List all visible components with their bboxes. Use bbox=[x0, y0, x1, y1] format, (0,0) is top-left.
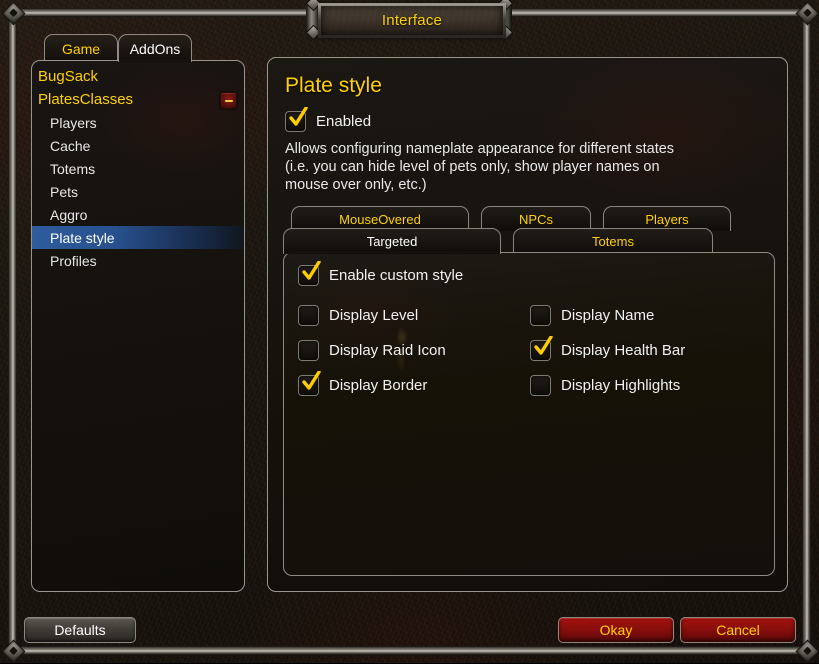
sidebar-item-pets[interactable]: Pets bbox=[32, 180, 244, 203]
checkbox-display-health-bar-box bbox=[530, 336, 553, 361]
tab-npcs-label: NPCs bbox=[519, 211, 553, 227]
tab-targeted[interactable]: Targeted bbox=[283, 228, 501, 254]
checkbox-display-level-box bbox=[298, 305, 319, 326]
tab-totems[interactable]: Totems bbox=[513, 228, 713, 254]
sidebar-item-plate-style[interactable]: Plate style bbox=[32, 226, 244, 249]
sidebar-item-label: Profiles bbox=[50, 252, 97, 269]
sidebar-item-label: Aggro bbox=[50, 206, 88, 223]
sidebar-item-label: BugSack bbox=[38, 68, 99, 85]
checkbox-display-level-label: Display Level bbox=[329, 307, 419, 324]
frame-corner-ornament-top-right bbox=[795, 1, 819, 26]
okay-button[interactable]: Okay bbox=[558, 617, 674, 643]
checkbox-enabled-label: Enabled bbox=[316, 113, 372, 130]
checkbox-display-highlights-box bbox=[530, 375, 551, 396]
panel-description: Allows configuring nameplate appearance … bbox=[285, 141, 675, 193]
tab-targeted-label: Targeted bbox=[366, 234, 418, 249]
checkmark-icon bbox=[302, 371, 321, 390]
sidebar-item-label: Players bbox=[50, 114, 97, 131]
checkbox-display-health-bar-label: Display Health Bar bbox=[561, 342, 686, 359]
window-frame-bottom bbox=[8, 646, 811, 655]
checkmark-icon bbox=[302, 261, 321, 280]
window-frame-right bbox=[802, 8, 811, 655]
checkbox-display-border-box bbox=[298, 371, 321, 396]
sidebar-item-cache[interactable]: Cache bbox=[32, 134, 244, 157]
window-frame-left bbox=[8, 8, 17, 655]
main-options-panel: Plate style Enabled Allows configuring n… bbox=[267, 57, 788, 592]
cancel-button-label: Cancel bbox=[716, 622, 760, 638]
page-title: Interface bbox=[381, 12, 443, 29]
collapse-toggle-icon[interactable] bbox=[220, 92, 237, 109]
checkbox-display-border-label: Display Border bbox=[329, 377, 428, 394]
checkmark-icon bbox=[289, 107, 308, 126]
title-cap-left bbox=[305, 0, 322, 41]
window-titlebar: Interface bbox=[305, 0, 514, 41]
defaults-button-label: Defaults bbox=[54, 622, 106, 638]
checkbox-enabled-box bbox=[285, 107, 308, 132]
checkbox-display-health-bar[interactable]: Display Health Bar bbox=[530, 336, 762, 361]
tab-players-label: Players bbox=[645, 211, 689, 227]
sidebar-item-players[interactable]: Players bbox=[32, 111, 244, 134]
defaults-button[interactable]: Defaults bbox=[24, 617, 136, 643]
checkbox-enabled[interactable]: Enabled bbox=[285, 107, 372, 132]
sidebar-list: BugSack PlatesClasses Players Cache Totems Pe… bbox=[32, 61, 244, 272]
window-title-plate: Interface bbox=[318, 3, 506, 38]
tab-game-label: Game bbox=[61, 40, 101, 57]
tab-totems-label: Totems bbox=[592, 234, 634, 249]
frame-corner-ornament-bottom-left bbox=[1, 639, 26, 664]
inner-tab-bar: MouseOvered NPCs Players Targeted Totems bbox=[283, 206, 775, 254]
checkbox-display-raid-icon-box bbox=[298, 340, 319, 361]
checkmark-icon bbox=[534, 336, 553, 355]
sidebar-item-label: Cache bbox=[50, 137, 91, 154]
tab-mouseovered-label: MouseOvered bbox=[339, 211, 421, 227]
panel-title: Plate style bbox=[285, 74, 382, 97]
frame-corner-ornament-bottom-right bbox=[795, 639, 819, 664]
frame-corner-ornament-top-left bbox=[1, 1, 26, 26]
sidebar-item-profiles[interactable]: Profiles bbox=[32, 249, 244, 272]
plate-style-options-panel: Enable custom style Display Level Display… bbox=[283, 252, 775, 576]
checkbox-enable-custom-style-label: Enable custom style bbox=[329, 267, 464, 284]
sidebar-item-aggro[interactable]: Aggro bbox=[32, 203, 244, 226]
tab-addons-label: AddOns bbox=[129, 40, 181, 57]
checkbox-enable-custom-style[interactable]: Enable custom style bbox=[298, 261, 464, 286]
checkbox-display-highlights[interactable]: Display Highlights bbox=[530, 375, 762, 396]
interface-options-window: Interface Game AddOns BugSack PlatesClass… bbox=[0, 0, 819, 664]
title-cap-right bbox=[497, 0, 514, 41]
checkbox-display-name-label: Display Name bbox=[561, 307, 655, 324]
okay-button-label: Okay bbox=[599, 622, 633, 638]
tab-addons[interactable]: AddOns bbox=[118, 34, 192, 62]
sidebar-item-label: PlatesClasses bbox=[38, 91, 134, 108]
sidebar-item-label: Plate style bbox=[50, 229, 115, 246]
window-frame-top bbox=[8, 8, 811, 17]
sidebar-item-totems[interactable]: Totems bbox=[32, 157, 244, 180]
sidebar-item-bugsack[interactable]: BugSack bbox=[32, 65, 244, 88]
checkbox-display-name[interactable]: Display Name bbox=[530, 305, 762, 326]
sidebar-item-label: Totems bbox=[50, 160, 96, 177]
checkbox-display-level[interactable]: Display Level bbox=[298, 305, 530, 326]
cancel-button[interactable]: Cancel bbox=[680, 617, 796, 643]
addon-category-sidebar: BugSack PlatesClasses Players Cache Totems Pe… bbox=[31, 60, 245, 592]
checkbox-display-raid-icon-label: Display Raid Icon bbox=[329, 342, 446, 359]
sidebar-item-label: Pets bbox=[50, 183, 79, 200]
checkbox-display-name-box bbox=[530, 305, 551, 326]
sidebar-item-platesclasses[interactable]: PlatesClasses bbox=[32, 88, 244, 111]
display-options-grid: Display Level Display Name Display Raid Ic… bbox=[298, 298, 762, 403]
tab-game[interactable]: Game bbox=[44, 34, 118, 62]
checkbox-display-highlights-label: Display Highlights bbox=[561, 377, 681, 394]
checkbox-enable-custom-style-box bbox=[298, 261, 321, 286]
checkbox-display-border[interactable]: Display Border bbox=[298, 371, 530, 396]
checkbox-display-raid-icon[interactable]: Display Raid Icon bbox=[298, 340, 530, 361]
